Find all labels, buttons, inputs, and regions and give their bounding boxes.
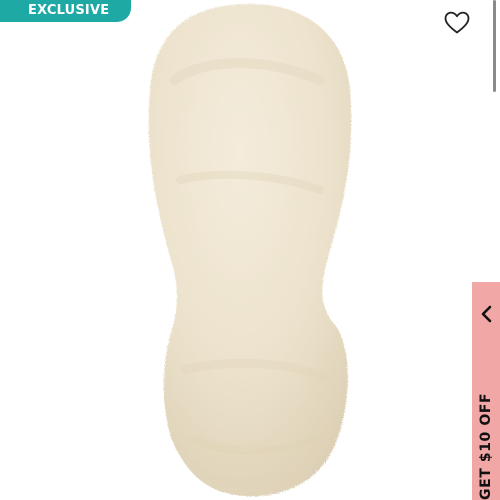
wishlist-button[interactable] [440, 8, 474, 38]
exclusive-badge: EXCLUSIVE [0, 0, 132, 22]
promo-tab[interactable]: GET $10 OFF [472, 282, 500, 500]
product-gallery: EXCLUSIVE GET $10 OFF [0, 0, 500, 500]
product-image [148, 3, 352, 497]
chevron-left-icon[interactable] [474, 302, 498, 326]
promo-tab-label[interactable]: GET $10 OFF [478, 393, 494, 500]
heart-outline-icon [444, 11, 470, 34]
scrollbar[interactable] [493, 0, 496, 92]
